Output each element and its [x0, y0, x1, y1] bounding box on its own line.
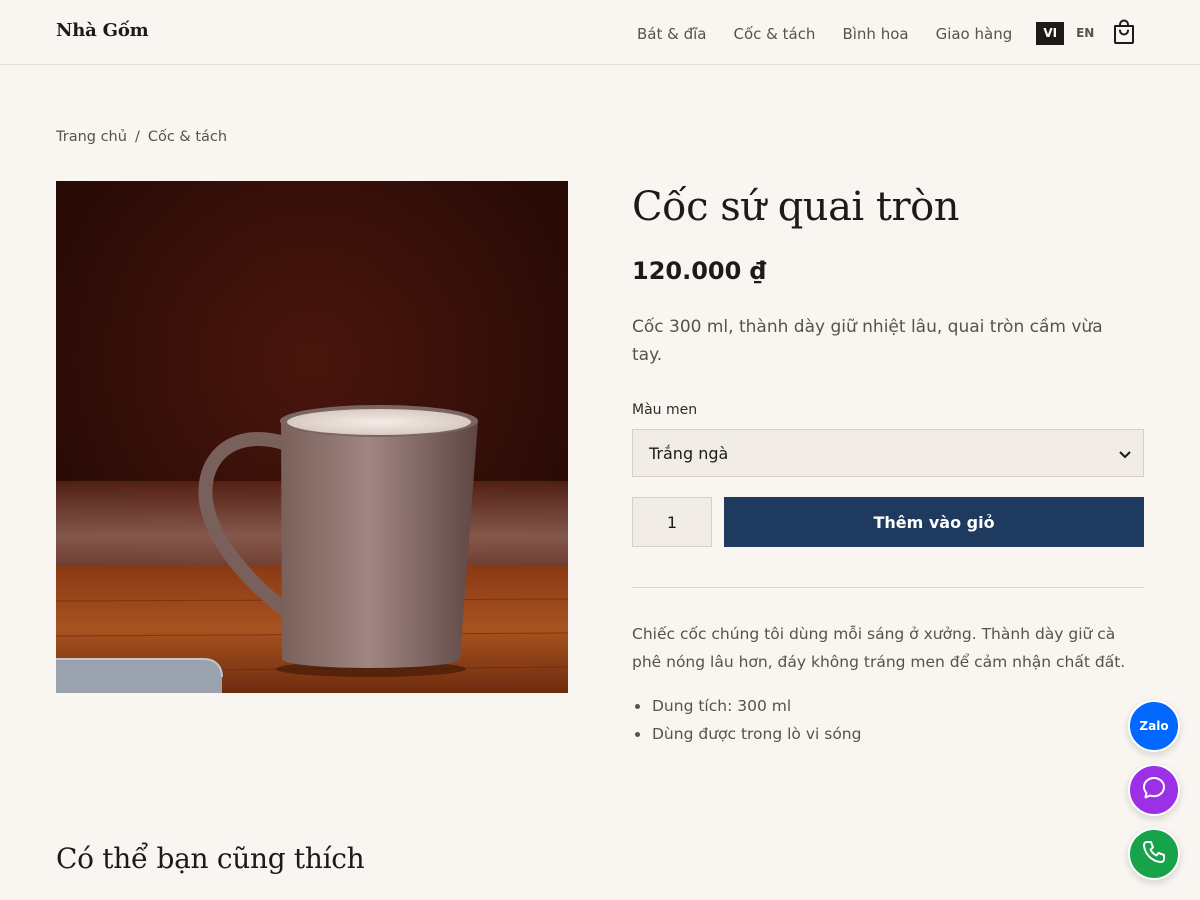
language-switcher: VI EN [1036, 22, 1099, 45]
glaze-color-label: Màu men [632, 402, 698, 418]
feature-item-microwave: Dùng được trong lò vi sóng [632, 720, 1132, 748]
site-header: Nhà Gốm Bát & đĩa Cốc & tách Bình hoa Gi… [0, 0, 1200, 65]
chat-button[interactable] [1128, 764, 1180, 816]
nav-item-bowls-plates[interactable]: Bát & đĩa [637, 25, 706, 43]
product-price: 120.000 ₫ [632, 257, 767, 285]
lang-vi-button[interactable]: VI [1036, 22, 1065, 45]
add-to-cart-button[interactable]: Thêm vào giỏ [724, 497, 1144, 547]
chat-bubble-icon [1141, 775, 1167, 805]
section-divider [632, 587, 1144, 588]
product-image [56, 181, 568, 693]
phone-call-button[interactable] [1128, 828, 1180, 880]
brand-logo[interactable]: Nhà Gốm [56, 20, 149, 41]
breadcrumb-separator: / [134, 129, 140, 145]
shopping-bag-icon[interactable] [1112, 19, 1136, 45]
product-title: Cốc sứ quai tròn [632, 184, 959, 230]
product-long-description: Chiếc cốc chúng tôi dùng mỗi sáng ở xưởn… [632, 625, 1126, 671]
nav-item-cups-mugs[interactable]: Cốc & tách [733, 25, 815, 43]
quantity-input[interactable] [632, 497, 712, 547]
glaze-color-select[interactable]: Trắng ngà [632, 429, 1144, 477]
breadcrumb-current-link[interactable]: Cốc & tách [148, 129, 227, 145]
nav-item-shipping[interactable]: Giao hàng [936, 25, 1013, 43]
main-nav: Bát & đĩa Cốc & tách Bình hoa Giao hàng … [637, 22, 1099, 45]
nav-item-vases[interactable]: Bình hoa [842, 25, 908, 43]
phone-icon [1141, 839, 1167, 869]
zalo-label: Zalo [1139, 719, 1169, 733]
zalo-contact-button[interactable]: Zalo [1128, 700, 1180, 752]
breadcrumb-home-link[interactable]: Trang chủ [56, 129, 127, 145]
related-products-heading: Có thể bạn cũng thích [56, 842, 365, 875]
product-short-description: Cốc 300 ml, thành dày giữ nhiệt lâu, qua… [632, 317, 1103, 365]
breadcrumb: Trang chủ / Cốc & tách [56, 129, 227, 145]
product-features-list: Dung tích: 300 ml Dùng được trong lò vi … [632, 692, 1132, 748]
chevron-down-icon [1119, 444, 1131, 463]
feature-item-capacity: Dung tích: 300 ml [632, 692, 1132, 720]
lang-en-button[interactable]: EN [1071, 22, 1099, 45]
glaze-selected-value: Trắng ngà [649, 443, 729, 463]
